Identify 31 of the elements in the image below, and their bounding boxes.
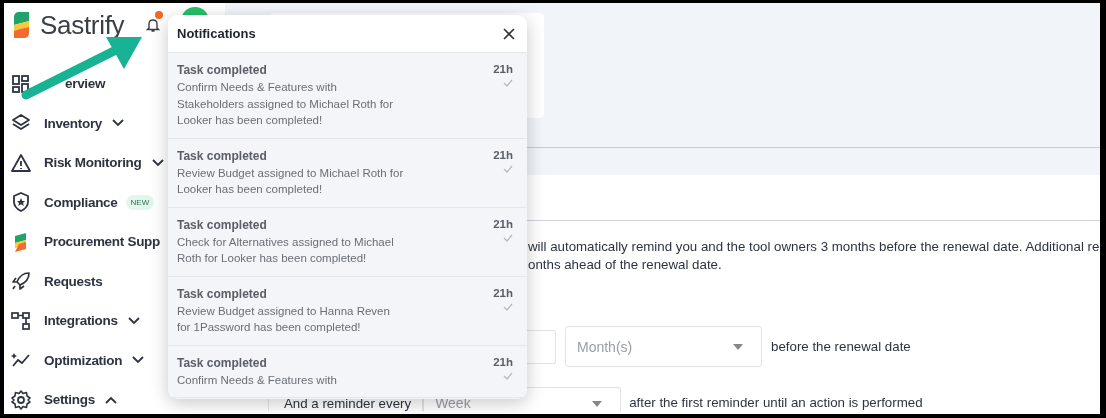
reminder-text: before the renewal date [771, 339, 911, 354]
description-text: will automatically remind you and the tool owners 3 months before the renewal date. Additional re [528, 238, 1100, 256]
brand-name: Sastrify [40, 9, 125, 41]
sidebar-item[interactable]: Compliance [44, 194, 118, 210]
notification-text: Confirm Needs & Features with Stakeholders assigned to Michael Roth for Looker has been completed! [177, 80, 394, 128]
notification-title: Task completed [177, 217, 268, 232]
notification-text: Review Budget assigned to Hanna Reven for 1Password has been completed! [177, 303, 390, 335]
notification-time: 21h [493, 217, 513, 230]
reminder-text: after the first reminder until an action is performed [629, 394, 923, 410]
panel-title: Notifications [177, 26, 256, 41]
description-text: onths ahead of the renewal date. [528, 256, 723, 274]
notification-title: Task completed [177, 286, 268, 301]
sidebar-item[interactable]: Integrations [44, 313, 118, 329]
notification-text: Check for Alternatives assigned to Michael Roth for Looker has been completed! [177, 234, 394, 266]
notification-title: Task completed [177, 355, 268, 370]
notification-text: Confirm Needs & Features with [177, 372, 337, 388]
new-badge: NEW [125, 194, 155, 210]
sidebar-item[interactable]: Procurement Supp [44, 234, 160, 250]
sidebar-item[interactable]: Requests [44, 273, 103, 289]
notification-time: 21h [493, 355, 513, 368]
sidebar-item[interactable]: Optimization [44, 352, 123, 368]
sidebar-item[interactable]: Inventory [44, 115, 103, 131]
notification-title: Task completed [177, 148, 268, 163]
notification-text: Review Budget assigned to Michael Roth for Looker has been completed! [177, 165, 404, 197]
notification-time: 21h [493, 286, 513, 299]
sidebar-item[interactable]: Settings [44, 392, 95, 408]
notification-time: 21h [493, 63, 513, 75]
sidebar-item[interactable]: erview [65, 76, 106, 92]
notification-time: 21h [493, 148, 513, 161]
sidebar-item[interactable]: Risk Monitoring [44, 155, 142, 171]
notification-title: Task completed [177, 63, 268, 77]
